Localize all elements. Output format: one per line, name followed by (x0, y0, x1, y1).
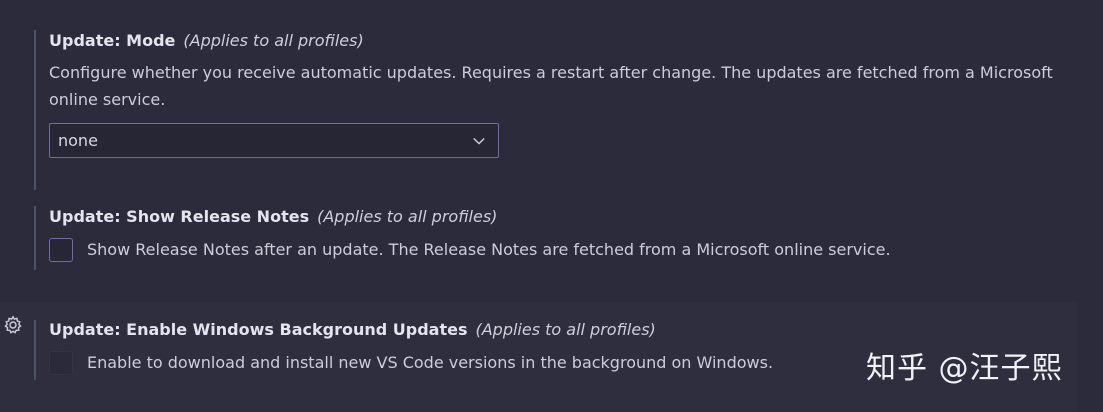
enable-background-updates-checkbox[interactable] (49, 351, 73, 375)
checkbox-label: Enable to download and install new VS Co… (87, 353, 774, 372)
setting-category: Update: (49, 320, 127, 339)
setting-name: Enable Windows Background Updates (126, 320, 468, 339)
setting-indicator-bar (34, 320, 36, 380)
setting-title: Update: Enable Windows Background Update… (49, 320, 656, 340)
watermark: 知乎 @汪子熙 (866, 351, 1063, 386)
setting-scope: (Applies to all profiles) (475, 320, 656, 339)
